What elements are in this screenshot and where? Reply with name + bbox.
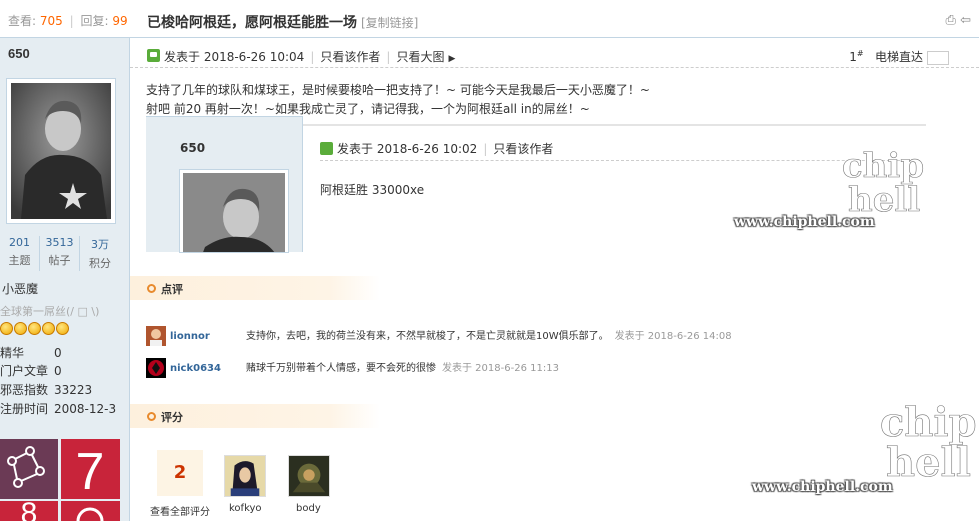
author-avatar[interactable] (6, 78, 116, 224)
rater-avatar[interactable] (288, 455, 330, 497)
rank-smiley-icon (56, 322, 69, 335)
comments-section-header: 点评 (130, 276, 380, 300)
thread-stats: 查看: 705 | 回复: 99 (0, 0, 130, 38)
quoted-post-time: 发表于 2018-6-26 10:02 (337, 142, 478, 156)
quoted-author-avatar[interactable] (179, 169, 289, 253)
rank-smiley-icon (14, 322, 27, 335)
commenter-avatar[interactable] (146, 358, 166, 378)
quoted-author-name[interactable]: 650 (180, 141, 205, 155)
avatar-image (183, 173, 285, 252)
author-counts: 201 主题 3513 帖子 3万 积分 (0, 236, 120, 271)
triangle-right-icon: ▶ (448, 54, 456, 64)
comment-item: nick0634 赌球千万别带着个人情感，要不会死的很惨 发表于 2018-6-26… (146, 358, 559, 378)
svg-text:8: 8 (21, 497, 38, 521)
comment-time: 发表于 2018-6-26 11:13 (442, 363, 559, 374)
profile-register-date: 注册时间 2008-12-3 (0, 402, 117, 416)
count-topics[interactable]: 201 主题 (0, 236, 40, 271)
author-custom-title: 全球第一屌丝(/ □ \) (0, 305, 100, 318)
profile-digest: 精华 0 (0, 346, 62, 360)
elevator-label: 电梯直达 (874, 50, 923, 64)
replies-count: 99 (112, 14, 128, 28)
title-tools: ⎙ ⇦ (946, 13, 971, 28)
rater-name[interactable]: kofkyo (229, 503, 262, 514)
online-status-icon (320, 142, 333, 155)
quoted-author-panel: 650 (146, 116, 303, 253)
author-name[interactable]: 650 (8, 46, 30, 61)
copy-link-button[interactable]: [复制链接] (361, 16, 418, 30)
quoted-post-body: 阿根廷胜 33000xe (320, 183, 425, 197)
views-label: 查看: (8, 14, 37, 28)
commenter-name[interactable]: lionnor (170, 331, 246, 342)
quoted-content-panel: 发表于 2018-6-26 10:02 | 只看该作者 阿根廷胜 33000xe (303, 124, 926, 252)
rater-avatar[interactable] (224, 455, 266, 497)
avatar-image (11, 83, 111, 219)
post-time: 发表于 2018-6-26 10:04 (164, 50, 305, 64)
online-status-icon (147, 49, 160, 62)
author-sidebar: 查看: 705 | 回复: 99 650 201 主题 3513 帖子 3万 积… (0, 0, 130, 521)
post-content: 支持了几年的球队和煤球王，是时候要梭哈一把支持了！~ 可能今天是我最后一天小恶魔… (146, 81, 650, 119)
replies-label: 回复: (80, 14, 109, 28)
commenter-avatar[interactable] (146, 326, 166, 346)
print-icon[interactable]: ⎙ (946, 13, 956, 28)
profile-articles: 门户文章 0 (0, 364, 62, 378)
author-rank[interactable]: 小恶魔 (2, 280, 38, 297)
quoted-only-author-link[interactable]: 只看该作者 (493, 142, 553, 156)
count-credits[interactable]: 3万 积分 (80, 236, 120, 271)
count-posts[interactable]: 3513 帖子 (40, 236, 80, 271)
floor-nav: 1# 电梯直达 (849, 48, 949, 65)
views-count: 705 (39, 14, 63, 28)
ring-icon (147, 284, 156, 293)
rank-stars (0, 322, 69, 335)
number-seven-medal-icon: 7 (76, 443, 105, 501)
ring-icon (147, 412, 156, 421)
profile-evil-index: 邪恶指数 33223 (0, 383, 93, 397)
post-line-1: 支持了几年的球队和煤球王，是时候要梭哈一把支持了！~ 可能今天是我最后一天小恶魔… (146, 83, 650, 97)
rater-name[interactable]: body (296, 503, 321, 514)
comment-time: 发表于 2018-6-26 14:08 (614, 331, 732, 342)
medal-badges[interactable]: 7 8 (0, 439, 120, 521)
commenter-name[interactable]: nick0634 (170, 363, 246, 374)
post-meta-bar: 发表于 2018-6-26 10:04 | 只看该作者 | 只看大图 ▶ 1# 电梯直达 (130, 38, 979, 68)
comment-text: 支持你，去吧，我的荷兰没有来，不然早就梭了，不是亡灵就就是10W俱乐部了。 (246, 331, 609, 342)
big-image-link[interactable]: 只看大图 (396, 50, 444, 64)
thread-title-bar: 已梭哈阿根廷，愿阿根廷能胜一场 [复制链接] ⎙ ⇦ (130, 0, 979, 38)
view-all-ratings-link[interactable]: 查看全部评分 (150, 503, 210, 518)
only-author-link[interactable]: 只看该作者 (320, 50, 380, 64)
comment-text: 赌球千万别带着个人情感，要不会死的很惨 (246, 363, 436, 374)
rank-smiley-icon (42, 322, 55, 335)
comment-item: lionnor 支持你，去吧，我的荷兰没有来，不然早就梭了，不是亡灵就就是10W俱… (146, 326, 732, 346)
floor-jump-input[interactable] (927, 50, 949, 65)
back-arrow-icon[interactable]: ⇦ (960, 13, 971, 28)
rating-section-header: 评分 (130, 404, 380, 428)
thread-title: 已梭哈阿根廷，愿阿根廷能胜一场 [复制链接] (147, 15, 419, 31)
floor-number[interactable]: 1# (849, 49, 863, 64)
rank-smiley-icon (28, 322, 41, 335)
rank-smiley-icon (0, 322, 13, 335)
quoted-post: 650 发表于 2018-6-26 10:02 | 只看该作者 阿根廷胜 33000… (146, 116, 926, 253)
rating-count[interactable]: 2 (157, 450, 203, 496)
